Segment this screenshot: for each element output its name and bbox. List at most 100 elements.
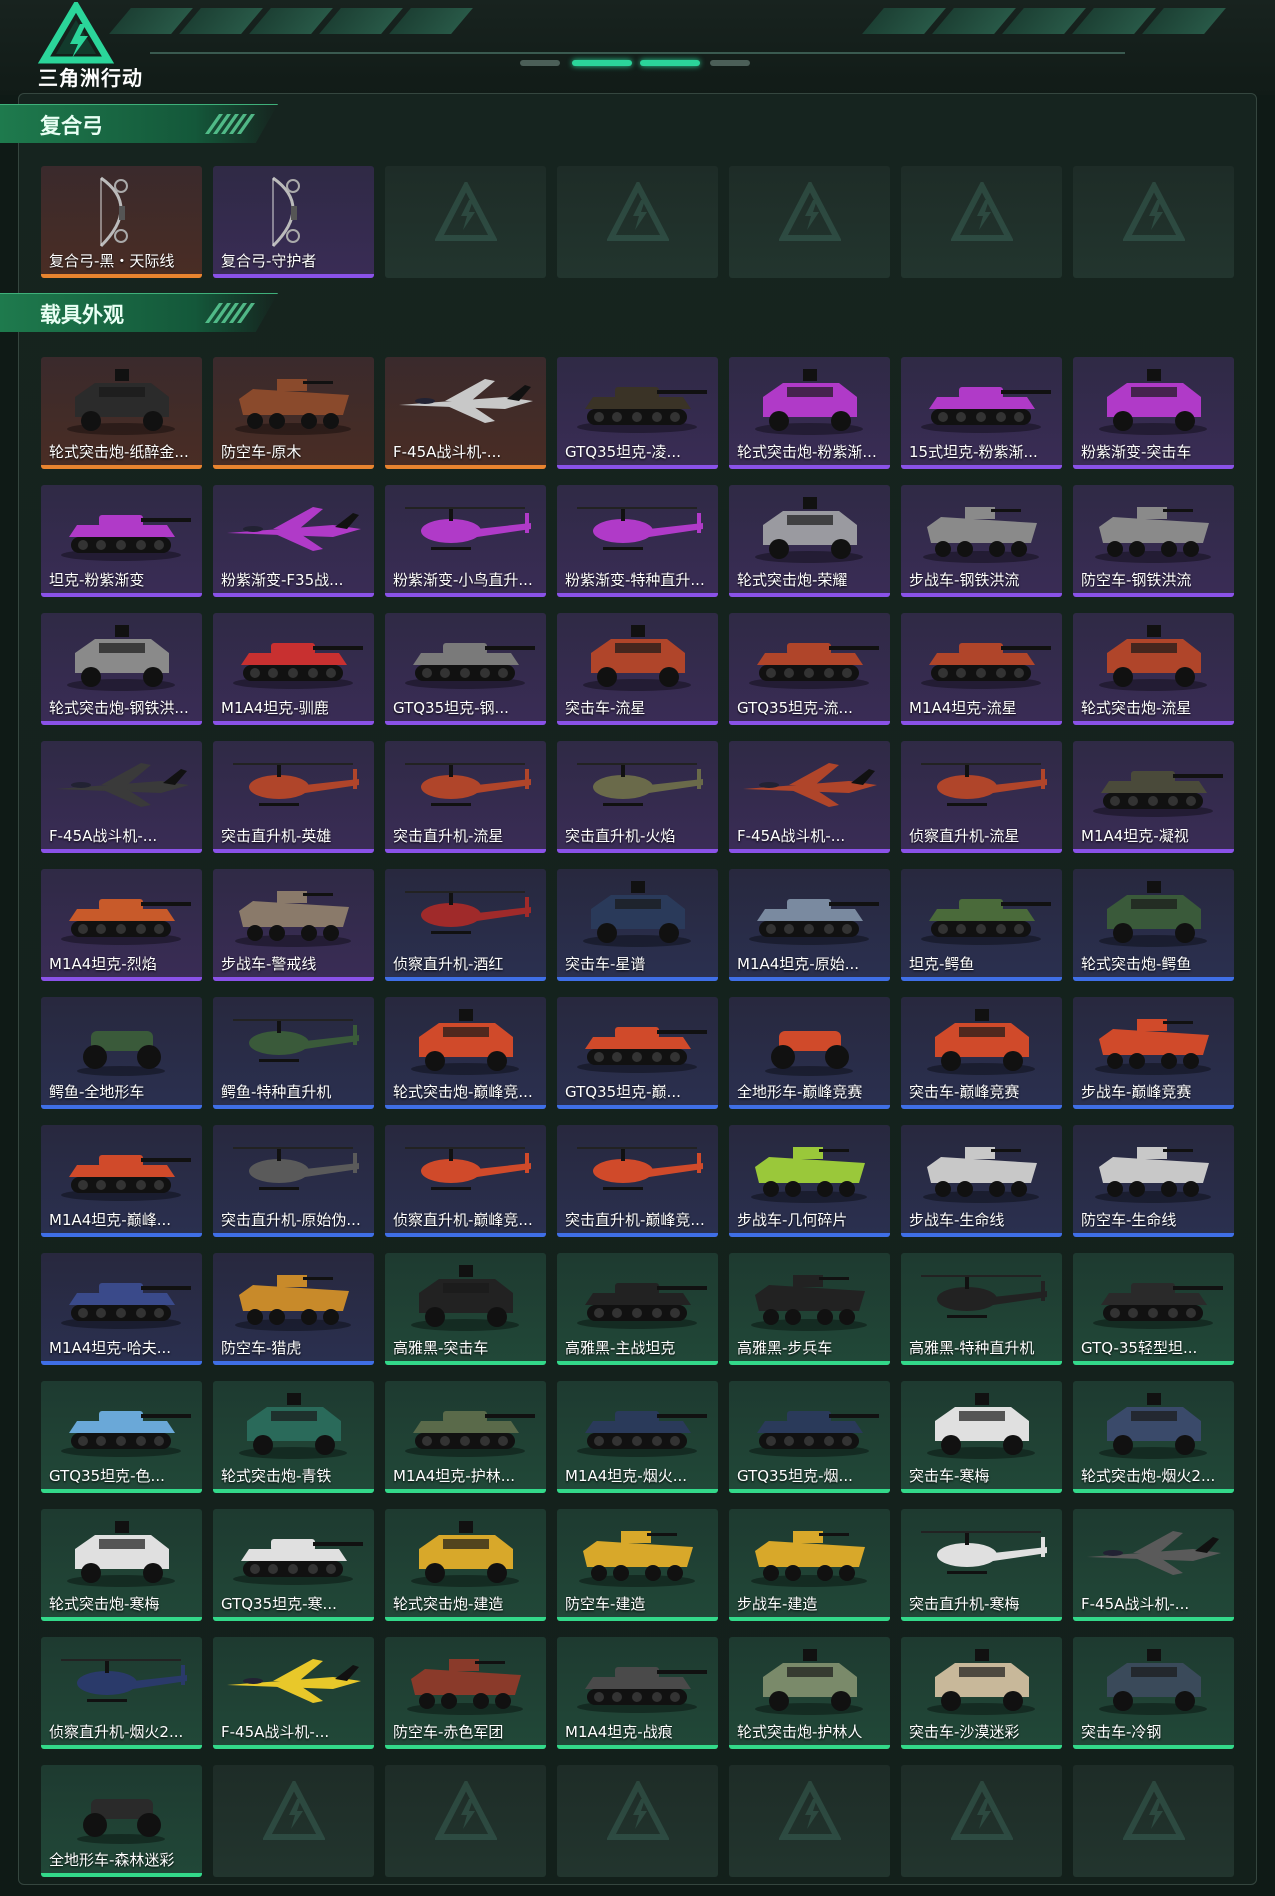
skin-card[interactable]: 突击车-巅峰竞赛 (901, 997, 1062, 1109)
rarity-bar (557, 721, 718, 725)
skin-card[interactable]: GTQ35坦克-色... (41, 1381, 202, 1493)
header-divider (150, 52, 1125, 54)
skin-card[interactable]: 步战车-生命线 (901, 1125, 1062, 1237)
rarity-bar (41, 1489, 202, 1493)
skin-card[interactable]: F-45A战斗机-... (1073, 1509, 1234, 1621)
skin-card[interactable]: 突击车-寒梅 (901, 1381, 1062, 1493)
skin-name: M1A4坦克-凝视 (1081, 827, 1189, 845)
skin-card[interactable]: GTQ35坦克-寒... (213, 1509, 374, 1621)
skin-name: 突击直升机-巅峰竞... (565, 1211, 705, 1229)
skin-card[interactable]: F-45A战斗机-... (213, 1637, 374, 1749)
skin-card[interactable]: 鳄鱼-特种直升机 (213, 997, 374, 1109)
skin-card[interactable]: 侦察直升机-流星 (901, 741, 1062, 853)
skin-card[interactable]: 步战车-巅峰竞赛 (1073, 997, 1234, 1109)
skin-card[interactable]: 突击车-星谱 (557, 869, 718, 981)
skin-card[interactable]: 高雅黑-突击车 (385, 1253, 546, 1365)
skin-card[interactable]: 防空车-原木 (213, 357, 374, 469)
skin-card[interactable]: F-45A战斗机-... (729, 741, 890, 853)
skin-card[interactable]: 侦察直升机-巅峰竞... (385, 1125, 546, 1237)
skin-card[interactable]: 高雅黑-步兵车 (729, 1253, 890, 1365)
skin-card[interactable]: 侦察直升机-酒红 (385, 869, 546, 981)
rarity-bar (41, 849, 202, 853)
skin-card[interactable]: 轮式突击炮-青铁 (213, 1381, 374, 1493)
skin-card[interactable]: 轮式突击炮-巅峰竞... (385, 997, 546, 1109)
skin-card[interactable]: 防空车-建造 (557, 1509, 718, 1621)
skin-card[interactable]: 步战车-建造 (729, 1509, 890, 1621)
skin-card[interactable]: GTQ35坦克-流... (729, 613, 890, 725)
header-stripes-left (109, 8, 473, 38)
skin-card[interactable]: 防空车-钢铁洪流 (1073, 485, 1234, 597)
skin-name: 步战车-生命线 (909, 1211, 1005, 1229)
skin-card[interactable]: 轮式突击炮-钢铁洪... (41, 613, 202, 725)
skin-card[interactable]: 高雅黑-特种直升机 (901, 1253, 1062, 1365)
skin-name: 轮式突击炮-纸醉金... (49, 443, 189, 461)
skin-card[interactable]: F-45A战斗机-... (385, 357, 546, 469)
skin-card[interactable]: 轮式突击炮-寒梅 (41, 1509, 202, 1621)
skin-card[interactable]: GTQ35坦克-烟... (729, 1381, 890, 1493)
skin-card[interactable]: 突击车-流星 (557, 613, 718, 725)
skin-card[interactable]: 粉紫渐变-突击车 (1073, 357, 1234, 469)
skin-card[interactable]: 轮式突击炮-鳄鱼 (1073, 869, 1234, 981)
rarity-bar (1073, 721, 1234, 725)
skin-name: 防空车-原木 (221, 443, 302, 461)
skin-card[interactable]: 突击直升机-巅峰竞... (557, 1125, 718, 1237)
skin-name: F-45A战斗机-... (49, 827, 158, 845)
skin-card[interactable]: M1A4坦克-战痕 (557, 1637, 718, 1749)
skin-card[interactable]: M1A4坦克-流星 (901, 613, 1062, 725)
skin-card[interactable]: M1A4坦克-驯鹿 (213, 613, 374, 725)
skin-card[interactable]: 防空车-生命线 (1073, 1125, 1234, 1237)
skin-card[interactable]: M1A4坦克-哈夫... (41, 1253, 202, 1365)
skin-card[interactable]: 轮式突击炮-烟火2... (1073, 1381, 1234, 1493)
skin-card[interactable]: 轮式突击炮-建造 (385, 1509, 546, 1621)
skin-name: GTQ35坦克-寒... (221, 1595, 337, 1613)
skin-card[interactable]: 轮式突击炮-荣耀 (729, 485, 890, 597)
skin-card[interactable]: M1A4坦克-烈焰 (41, 869, 202, 981)
skin-name: 轮式突击炮-鳄鱼 (1081, 955, 1192, 973)
rarity-bar (729, 1105, 890, 1109)
skin-card[interactable]: 复合弓-黑・天际线 (41, 166, 202, 278)
skin-card[interactable]: M1A4坦克-护林... (385, 1381, 546, 1493)
skin-card[interactable]: 粉紫渐变-特种直升... (557, 485, 718, 597)
skin-card[interactable]: 轮式突击炮-粉紫渐... (729, 357, 890, 469)
skin-card[interactable]: 复合弓-守护者 (213, 166, 374, 278)
skin-card[interactable]: M1A4坦克-原始... (729, 869, 890, 981)
skin-card[interactable]: GTQ-35轻型坦... (1073, 1253, 1234, 1365)
skin-card[interactable]: 坦克-鳄鱼 (901, 869, 1062, 981)
skin-card[interactable]: 粉紫渐变-小鸟直升... (385, 485, 546, 597)
skin-card[interactable]: M1A4坦克-烟火... (557, 1381, 718, 1493)
skin-card[interactable]: 全地形车-森林迷彩 (41, 1765, 202, 1877)
skin-card[interactable]: 突击直升机-原始伪... (213, 1125, 374, 1237)
skin-card[interactable]: 突击直升机-寒梅 (901, 1509, 1062, 1621)
skin-card[interactable]: F-45A战斗机-... (41, 741, 202, 853)
skin-card[interactable]: M1A4坦克-巅峰... (41, 1125, 202, 1237)
skin-card[interactable]: 高雅黑-主战坦克 (557, 1253, 718, 1365)
skin-card[interactable]: 突击车-沙漠迷彩 (901, 1637, 1062, 1749)
skin-card[interactable]: GTQ35坦克-巅... (557, 997, 718, 1109)
skin-card[interactable]: 全地形车-巅峰竞赛 (729, 997, 890, 1109)
skin-card[interactable]: 粉紫渐变-F35战... (213, 485, 374, 597)
skin-card[interactable]: 侦察直升机-烟火2... (41, 1637, 202, 1749)
skin-card[interactable]: 防空车-猎虎 (213, 1253, 374, 1365)
skin-card[interactable]: 防空车-赤色军团 (385, 1637, 546, 1749)
skin-card[interactable]: 轮式突击炮-纸醉金... (41, 357, 202, 469)
skin-card[interactable]: 步战车-钢铁洪流 (901, 485, 1062, 597)
skin-card[interactable]: 突击直升机-火焰 (557, 741, 718, 853)
skin-card[interactable]: 步战车-警戒线 (213, 869, 374, 981)
skin-card[interactable]: 突击直升机-流星 (385, 741, 546, 853)
skin-card[interactable]: 坦克-粉紫渐变 (41, 485, 202, 597)
skin-card[interactable]: 轮式突击炮-护林人 (729, 1637, 890, 1749)
rarity-bar (41, 1233, 202, 1237)
rarity-bar (729, 721, 890, 725)
section-title-label: 载具外观 (40, 303, 124, 327)
skin-card[interactable]: 突击车-冷钢 (1073, 1637, 1234, 1749)
skin-card[interactable]: GTQ35坦克-钢... (385, 613, 546, 725)
skin-card[interactable]: 鳄鱼-全地形车 (41, 997, 202, 1109)
skin-card[interactable]: GTQ35坦克-凌... (557, 357, 718, 469)
skin-card[interactable]: 轮式突击炮-流星 (1073, 613, 1234, 725)
skin-card[interactable]: 突击直升机-英雄 (213, 741, 374, 853)
skin-card[interactable]: 步战车-几何碎片 (729, 1125, 890, 1237)
rarity-bar (557, 849, 718, 853)
skin-name: F-45A战斗机-... (737, 827, 846, 845)
skin-card[interactable]: M1A4坦克-凝视 (1073, 741, 1234, 853)
skin-card[interactable]: 15式坦克-粉紫渐... (901, 357, 1062, 469)
